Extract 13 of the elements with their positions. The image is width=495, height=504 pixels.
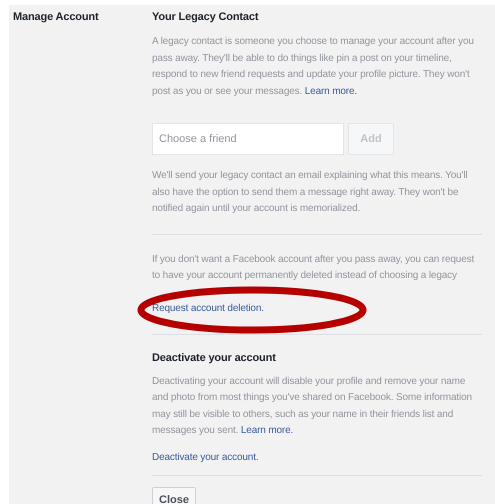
section-heading: Deactivate your account [152, 352, 277, 364]
learn-more-link[interactable]: Learn more. [240, 425, 294, 436]
close-button[interactable]: Close [152, 487, 196, 504]
legacy-description: A legacy contact is someone you choose to manage your account after you pass away. They'll be able to do things like pin a post on your timeline, respond to new friend requests and update your profile picture. They won't post as you or see your messages. Learn more. [152, 35, 475, 98]
request-deletion-link[interactable]: Request account deletion. [152, 301, 482, 318]
section-heading: Your Legacy Contact [152, 11, 260, 23]
friend-search-field[interactable]: Choose a friend [152, 123, 344, 155]
deletion-description: If you don't want a Facebook account after you pass away, you can request to have your account permanently deleted instead of choosing a legacy [152, 252, 476, 283]
deactivate-description: Deactivating your account will disable your profile and remove your name and photo from most things you've shared on Facebook. Some information may still be visible to others, such as your name in their friends list and messages you sent. Learn more. [152, 374, 473, 438]
section-label: Manage Account [13, 11, 99, 23]
deactivate-link[interactable]: Deactivate your account. [152, 450, 482, 466]
notice-text: We'll send your legacy contact an email explaining what this means. You'll also have the option to send them a message right away. They won't be notified again until your account is memorialized. [152, 169, 468, 216]
learn-more-link[interactable]: Learn more. [304, 86, 358, 96]
